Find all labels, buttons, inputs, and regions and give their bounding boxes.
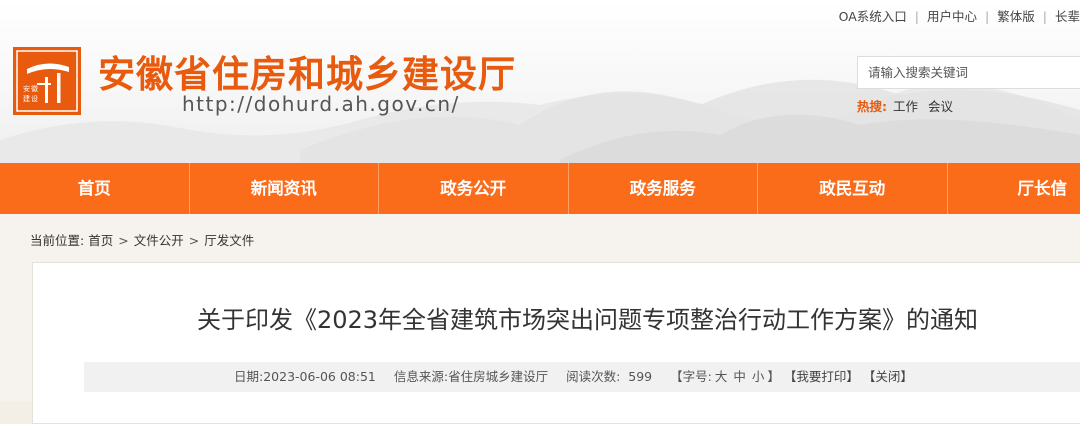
hot-search-item[interactable]: 工作 <box>893 99 918 114</box>
nav-item-government-affairs[interactable]: 政务公开 <box>379 163 569 214</box>
logo-char: 设 <box>31 94 38 103</box>
hot-search: 热搜: 工作会议 <box>857 96 953 115</box>
site-url: http://dohurd.ah.gov.cn/ <box>182 92 460 116</box>
breadcrumb-label: 当前位置: <box>30 233 84 248</box>
breadcrumb-department-files[interactable]: 厅发文件 <box>204 233 254 248</box>
breadcrumb-documents[interactable]: 文件公开 <box>134 233 184 248</box>
divider: | <box>1043 9 1047 24</box>
main-nav: 首页 新闻资讯 政务公开 政务服务 政民互动 厅长信 <box>0 163 1080 214</box>
publish-date: 2023-06-06 08:51 <box>263 369 376 384</box>
hot-search-label: 热搜: <box>857 99 887 114</box>
search-input[interactable] <box>857 56 1080 89</box>
font-size-small[interactable]: 小 <box>752 369 765 384</box>
nav-item-director-mailbox[interactable]: 厅长信 <box>948 163 1080 214</box>
top-links: OA系统入口 | 用户中心 | 繁体版 | 长辈 <box>839 6 1080 25</box>
article-panel <box>32 262 1080 424</box>
views-label: 阅读次数: <box>566 369 620 384</box>
article-meta: 日期:2023-06-06 08:51 信息来源:省住房城乡建设厅 阅读次数: 5… <box>84 362 1080 392</box>
source-label: 信息来源: <box>394 369 448 384</box>
traditional-chinese-link[interactable]: 繁体版 <box>997 9 1035 24</box>
font-size-label: 【字号: <box>670 369 712 384</box>
nav-item-interaction[interactable]: 政民互动 <box>758 163 948 214</box>
breadcrumb-home[interactable]: 首页 <box>88 233 113 248</box>
elder-mode-link[interactable]: 长辈 <box>1055 9 1080 24</box>
close-button[interactable]: 【关闭】 <box>863 369 913 384</box>
site-header: OA系统入口 | 用户中心 | 繁体版 | 长辈 安 徽 建 设 安徽省住房和城乡建设厅 h… <box>0 0 1080 163</box>
view-count: 599 <box>628 369 652 384</box>
user-center-link[interactable]: 用户中心 <box>927 9 977 24</box>
logo-char: 安 <box>23 84 30 93</box>
site-logo[interactable]: 安 徽 建 设 <box>13 47 81 115</box>
nav-item-news[interactable]: 新闻资讯 <box>190 163 380 214</box>
oa-entry-link[interactable]: OA系统入口 <box>839 9 907 24</box>
breadcrumb-separator: > <box>118 233 128 248</box>
site-title[interactable]: 安徽省住房和城乡建设厅 <box>98 44 516 98</box>
print-button[interactable]: 【我要打印】 <box>784 369 859 384</box>
date-label: 日期: <box>234 369 263 384</box>
breadcrumb-separator: > <box>189 233 199 248</box>
font-size-medium[interactable]: 中 <box>733 369 746 384</box>
breadcrumb: 当前位置: 首页 > 文件公开 > 厅发文件 <box>30 230 254 249</box>
font-size-close: 】 <box>767 369 780 384</box>
hot-search-item[interactable]: 会议 <box>928 99 953 114</box>
divider: | <box>915 9 919 24</box>
logo-char: 建 <box>23 94 30 103</box>
nav-item-government-services[interactable]: 政务服务 <box>569 163 759 214</box>
logo-char: 徽 <box>31 84 38 93</box>
nav-item-home[interactable]: 首页 <box>0 163 190 214</box>
article-title: 关于印发《2023年全省建筑市场突出问题专项整治行动工作方案》的通知 <box>0 300 1080 335</box>
article-source: 省住房城乡建设厅 <box>448 369 548 384</box>
font-size-large[interactable]: 大 <box>715 369 728 384</box>
divider: | <box>985 9 989 24</box>
